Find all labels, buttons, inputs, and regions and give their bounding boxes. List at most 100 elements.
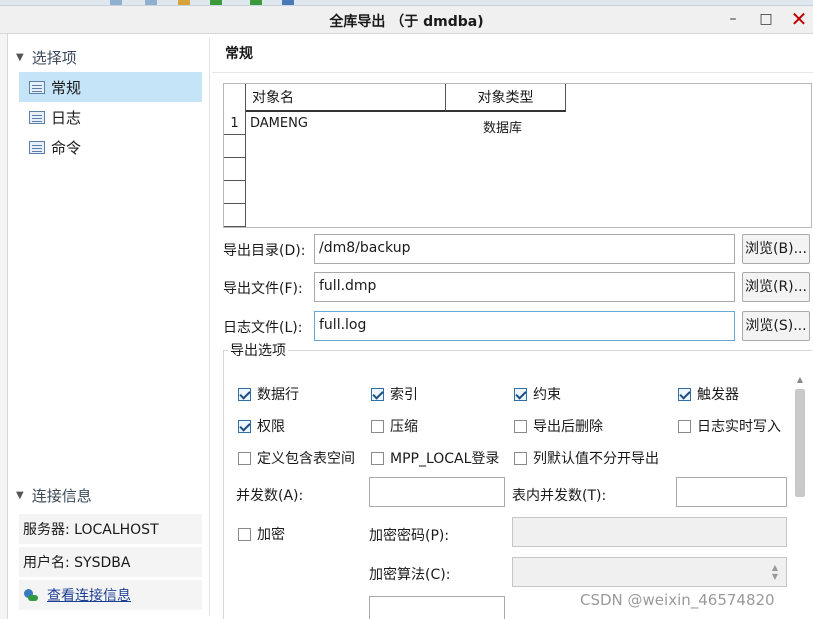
checkbox-unchecked[interactable] xyxy=(514,451,527,465)
checkbox-checked[interactable] xyxy=(238,387,251,401)
checkbox-mpp-local[interactable]: MPP_LOCAL登录 xyxy=(371,448,499,468)
checkbox-unchecked[interactable] xyxy=(238,527,251,541)
checkbox-unchecked[interactable] xyxy=(678,419,691,433)
close-icon: ✕ xyxy=(790,7,808,31)
row-number xyxy=(224,135,245,158)
browse-dir-button[interactable]: 浏览(B)... xyxy=(742,234,810,264)
table-icon xyxy=(29,80,45,94)
toolbar-icon xyxy=(250,0,262,5)
checkbox-delete-after-export[interactable]: 导出后删除 xyxy=(514,416,603,436)
column-header-name[interactable]: 对象名 xyxy=(246,84,446,112)
minimize-button[interactable]: – xyxy=(718,6,748,32)
scrollbar-thumb[interactable] xyxy=(795,389,805,497)
checkbox-unchecked[interactable] xyxy=(371,419,384,433)
maximize-button[interactable]: □ xyxy=(751,6,781,32)
view-connection-row[interactable]: 查看连接信息 xyxy=(19,580,202,611)
dialog-title: 全库导出 （于 dmdba) xyxy=(329,14,484,30)
table-icon xyxy=(29,140,45,154)
log-file-label: 日志文件(L): xyxy=(223,320,303,336)
browse-file-button[interactable]: 浏览(R)... xyxy=(742,272,810,302)
log-file-input[interactable]: full.log xyxy=(314,311,735,341)
checkbox-label: 导出后删除 xyxy=(533,419,603,435)
connection-icon xyxy=(23,587,39,603)
export-dir-row: 导出目录(D): /dm8/backup 浏览(B)... xyxy=(223,234,812,264)
left-edge xyxy=(0,34,8,619)
checkbox-label: 日志实时写入 xyxy=(697,419,781,435)
row-header-column: 1 xyxy=(224,84,246,227)
nav-item-log[interactable]: 日志 xyxy=(19,102,202,132)
user-info: 用户名: SYSDBA xyxy=(19,547,202,578)
parallel-label: 并发数(A): xyxy=(236,488,304,504)
table-cell-name[interactable]: DAMENG xyxy=(250,116,308,131)
browse-log-button[interactable]: 浏览(S)... xyxy=(742,311,810,341)
nav-item-general[interactable]: 常规 xyxy=(19,72,202,102)
checkbox-label: 压缩 xyxy=(390,419,418,435)
watermark: CSDN @weixin_46574820 xyxy=(580,591,775,609)
collapse-triangle-icon: ▼ xyxy=(16,489,24,501)
table-icon xyxy=(29,110,45,124)
checkbox-define-tablespace[interactable]: 定义包含表空间 xyxy=(238,448,355,468)
checkbox-unchecked[interactable] xyxy=(238,451,251,465)
object-grid[interactable]: 1 对象名 对象类型 DAMENG 数据库 xyxy=(223,83,812,228)
scroll-up-icon[interactable]: ▲ xyxy=(794,375,806,385)
export-file-input[interactable]: full.dmp xyxy=(314,272,735,302)
export-options-label: 导出选项 xyxy=(228,340,288,360)
checkbox-label: 定义包含表空间 xyxy=(257,451,355,467)
parallel-input[interactable] xyxy=(369,477,505,507)
checkbox-unchecked[interactable] xyxy=(371,451,384,465)
encrypt-password-label: 加密密码(P): xyxy=(369,528,450,544)
export-file-row: 导出文件(F): full.dmp 浏览(R)... xyxy=(223,272,812,302)
export-dir-label: 导出目录(D): xyxy=(223,243,306,259)
export-file-label: 导出文件(F): xyxy=(223,281,303,297)
export-dir-input[interactable]: /dm8/backup xyxy=(314,234,735,264)
left-panel: ▼ 选择项 常规 日志 命令 ▼ 连接信息 服务器: LOCALHOST 用户名… xyxy=(8,38,210,616)
options-section-header[interactable]: ▼ 选择项 xyxy=(16,42,206,72)
toolbar-icon xyxy=(145,0,157,5)
close-button[interactable]: ✕ xyxy=(784,6,813,32)
checkbox-checked[interactable] xyxy=(238,419,251,433)
table-cell-type[interactable]: 数据库 xyxy=(483,117,522,136)
row-number xyxy=(224,204,245,227)
options-header-label: 选择项 xyxy=(31,48,77,67)
nav-item-label: 常规 xyxy=(51,78,82,97)
checkbox-trigger[interactable]: 触发器 xyxy=(678,384,739,404)
checkbox-label: MPP_LOCAL登录 xyxy=(390,451,500,467)
checkbox-label: 约束 xyxy=(533,387,561,403)
server-info: 服务器: LOCALHOST xyxy=(19,514,202,545)
options-scrollbar[interactable]: ▲ xyxy=(794,375,806,605)
cutoff-input[interactable] xyxy=(369,596,505,619)
toolbar-icon xyxy=(210,0,222,5)
checkbox-checked[interactable] xyxy=(678,387,691,401)
column-header-type[interactable]: 对象类型 xyxy=(446,84,566,112)
minimize-icon: – xyxy=(729,11,737,27)
checkbox-checked[interactable] xyxy=(514,387,527,401)
nav-item-label: 命令 xyxy=(51,138,82,157)
checkbox-index[interactable]: 索引 xyxy=(371,384,418,404)
row-number xyxy=(224,158,245,181)
checkbox-log-realtime[interactable]: 日志实时写入 xyxy=(678,416,781,436)
table-parallel-label: 表内并发数(T): xyxy=(512,488,607,504)
checkbox-column-default[interactable]: 列默认值不分开导出 xyxy=(514,448,659,468)
toolbar-icon xyxy=(110,0,122,5)
checkbox-unchecked[interactable] xyxy=(514,419,527,433)
encrypt-password-input[interactable] xyxy=(512,517,787,547)
section-title: 常规 xyxy=(225,46,253,62)
checkbox-privilege[interactable]: 权限 xyxy=(238,416,285,436)
checkbox-compress[interactable]: 压缩 xyxy=(371,416,418,436)
toolbar-icon xyxy=(178,0,190,5)
checkbox-encrypt[interactable]: 加密 xyxy=(238,524,285,544)
view-connection-link[interactable]: 查看连接信息 xyxy=(47,585,131,605)
connection-section-header[interactable]: ▼ 连接信息 xyxy=(16,480,206,510)
nav-item-label: 日志 xyxy=(51,108,82,127)
nav-item-command[interactable]: 命令 xyxy=(19,132,202,162)
checkbox-constraint[interactable]: 约束 xyxy=(514,384,561,404)
checkbox-checked[interactable] xyxy=(371,387,384,401)
table-parallel-input[interactable] xyxy=(676,477,787,507)
encrypt-algorithm-select[interactable]: ▲ ▼ xyxy=(512,557,787,587)
divider xyxy=(212,72,813,73)
checkbox-label: 触发器 xyxy=(697,387,739,403)
checkbox-label: 索引 xyxy=(390,387,418,403)
checkbox-data-rows[interactable]: 数据行 xyxy=(238,384,299,404)
row-number xyxy=(224,181,245,204)
conn-header-label: 连接信息 xyxy=(31,486,92,505)
